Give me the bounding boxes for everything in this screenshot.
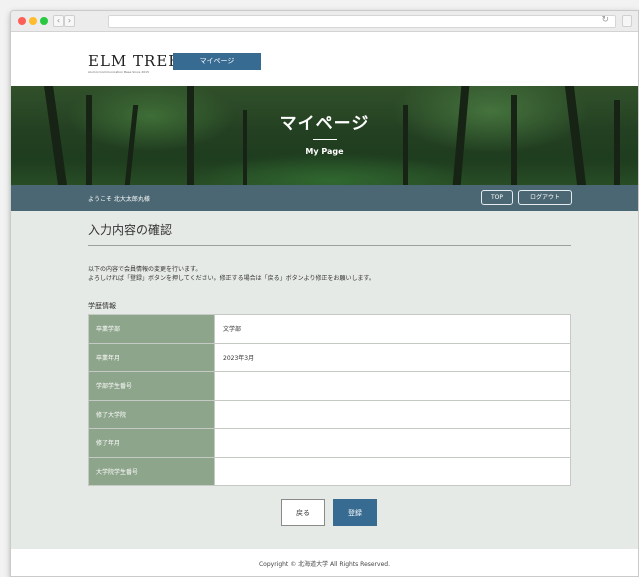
reload-icon[interactable]: ↻ bbox=[601, 15, 609, 25]
row-label: 修了大学院 bbox=[88, 399, 215, 429]
site-logo[interactable]: ELM TREE bbox=[88, 52, 180, 70]
site-header: ELM TREE Alumni Communication Base Since… bbox=[11, 32, 638, 86]
table-row: 卒業年月 2023年3月 bbox=[88, 342, 571, 372]
row-value bbox=[214, 428, 571, 458]
new-tab-icon[interactable] bbox=[622, 15, 632, 27]
table-row: 学部学生番号 bbox=[88, 371, 571, 401]
mypage-nav-button[interactable]: マイページ bbox=[173, 53, 261, 70]
hero-subtitle: My Page bbox=[305, 147, 344, 156]
back-button[interactable]: 戻る bbox=[281, 499, 325, 526]
page-title: 入力内容の確認 bbox=[88, 223, 173, 237]
maximize-window-icon[interactable] bbox=[40, 17, 48, 25]
browser-toolbar: ‹ › ↻ bbox=[11, 11, 638, 32]
table-row: 卒業学部 文学部 bbox=[88, 314, 571, 344]
submit-button[interactable]: 登録 bbox=[333, 499, 377, 526]
user-bar: ようこそ 北大太郎丸様 TOP ログアウト bbox=[11, 185, 638, 211]
top-button[interactable]: TOP bbox=[481, 190, 513, 205]
browser-back-icon[interactable]: ‹ bbox=[53, 15, 64, 27]
instructions-line: 以下の内容で会員情報の変更を行います。 bbox=[88, 266, 202, 273]
row-value: 2023年3月 bbox=[214, 342, 571, 372]
hero-banner: マイページ My Page bbox=[11, 86, 638, 185]
row-value bbox=[214, 399, 571, 429]
address-bar[interactable]: ↻ bbox=[108, 15, 616, 28]
site-footer: Copyright © 北海道大学 All Rights Reserved. bbox=[11, 549, 638, 576]
row-value bbox=[214, 456, 571, 486]
instructions-line: よろしければ「登録」ボタンを押してください。修正する場合は「戻る」ボタンより修正… bbox=[88, 275, 375, 282]
title-divider bbox=[88, 245, 571, 246]
browser-forward-icon[interactable]: › bbox=[64, 15, 75, 27]
table-row: 修了年月 bbox=[88, 428, 571, 458]
hero-title: マイページ bbox=[279, 114, 370, 134]
section-label: 学歴情報 bbox=[88, 302, 116, 310]
minimize-window-icon[interactable] bbox=[29, 17, 37, 25]
row-label: 学部学生番号 bbox=[88, 371, 215, 401]
copyright-text: Copyright © 北海道大学 All Rights Reserved. bbox=[258, 561, 391, 568]
main-content: 入力内容の確認 以下の内容で会員情報の変更を行います。 よろしければ「登録」ボタ… bbox=[11, 211, 638, 549]
hero-overlay bbox=[11, 86, 638, 185]
hero-divider bbox=[313, 139, 337, 140]
logout-button[interactable]: ログアウト bbox=[518, 190, 572, 205]
row-label: 修了年月 bbox=[88, 428, 215, 458]
table-row: 修了大学院 bbox=[88, 399, 571, 429]
close-window-icon[interactable] bbox=[18, 17, 26, 25]
site-logo-tagline: Alumni Communication Base Since 2015 bbox=[88, 70, 149, 74]
row-label: 卒業学部 bbox=[88, 314, 215, 344]
row-value bbox=[214, 371, 571, 401]
welcome-text: ようこそ 北大太郎丸様 bbox=[88, 196, 150, 203]
instructions-text: 以下の内容で会員情報の変更を行います。 よろしければ「登録」ボタンを押してくださ… bbox=[88, 265, 375, 283]
table-row: 大学院学生番号 bbox=[88, 456, 571, 486]
education-info-table: 卒業学部 文学部 卒業年月 2023年3月 学部学生番号 修了大学院 修了年月 … bbox=[88, 314, 571, 486]
row-label: 卒業年月 bbox=[88, 342, 215, 372]
row-label: 大学院学生番号 bbox=[88, 456, 215, 486]
row-value: 文学部 bbox=[214, 314, 571, 344]
browser-window: ‹ › ↻ ELM TREE Alumni Communication Base… bbox=[10, 10, 639, 577]
